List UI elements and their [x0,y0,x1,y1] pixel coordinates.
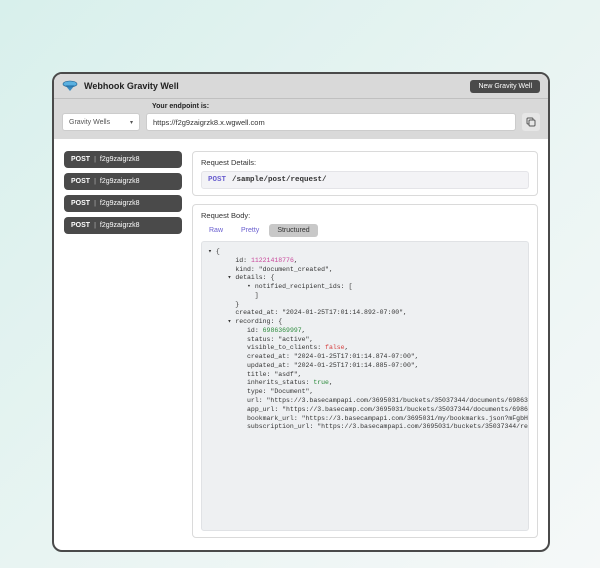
request-body-title: Request Body: [201,211,529,220]
method-label: POST [71,222,90,229]
app-title: Webhook Gravity Well [84,81,179,91]
method-label: POST [71,200,90,207]
tab-pretty[interactable]: Pretty [233,224,267,237]
request-path: /sample/post/request/ [232,176,327,184]
request-id: f2g9zaigrzk8 [100,222,140,229]
title-bar: Webhook Gravity Well New Gravity Well [54,74,548,98]
request-item[interactable]: POST | f2g9zaigrzk8 [64,151,182,168]
request-id: f2g9zaigrzk8 [100,156,140,163]
method-label: POST [71,156,90,163]
request-details-title: Request Details: [201,158,529,167]
request-item[interactable]: POST | f2g9zaigrzk8 [64,217,182,234]
method-label: POST [71,178,90,185]
tab-structured[interactable]: Structured [269,224,317,237]
json-body-view[interactable]: ▾ { id: 11221418776, kind: "document_cre… [201,241,529,531]
request-item[interactable]: POST | f2g9zaigrzk8 [64,195,182,212]
gravity-wells-dropdown[interactable]: Gravity Wells ▾ [62,113,140,131]
endpoint-url-input[interactable]: https://f2g9zaigrzk8.x.wgwell.com [146,113,516,131]
detail-pane: Request Details: POST /sample/post/reque… [192,151,538,538]
tab-raw[interactable]: Raw [201,224,231,237]
request-id: f2g9zaigrzk8 [100,200,140,207]
request-id: f2g9zaigrzk8 [100,178,140,185]
chevron-down-icon: ▾ [130,119,133,126]
request-line: POST /sample/post/request/ [201,171,529,189]
request-body-panel: Request Body: Raw Pretty Structured ▾ { … [192,204,538,538]
main-body: POST | f2g9zaigrzk8 POST | f2g9zaigrzk8 … [54,139,548,550]
request-item[interactable]: POST | f2g9zaigrzk8 [64,173,182,190]
request-method: POST [208,176,226,184]
copy-button[interactable] [522,113,540,131]
body-tabs: Raw Pretty Structured [201,224,529,237]
copy-icon [526,115,536,130]
request-details-panel: Request Details: POST /sample/post/reque… [192,151,538,196]
endpoint-bar: Your endpoint is: Gravity Wells ▾ https:… [54,98,548,139]
request-list: POST | f2g9zaigrzk8 POST | f2g9zaigrzk8 … [64,151,182,538]
new-gravity-well-button[interactable]: New Gravity Well [470,80,540,93]
dropdown-label: Gravity Wells [69,119,110,126]
gravity-well-icon [62,80,78,92]
endpoint-label: Your endpoint is: [152,103,540,110]
app-window: Webhook Gravity Well New Gravity Well Yo… [52,72,550,552]
